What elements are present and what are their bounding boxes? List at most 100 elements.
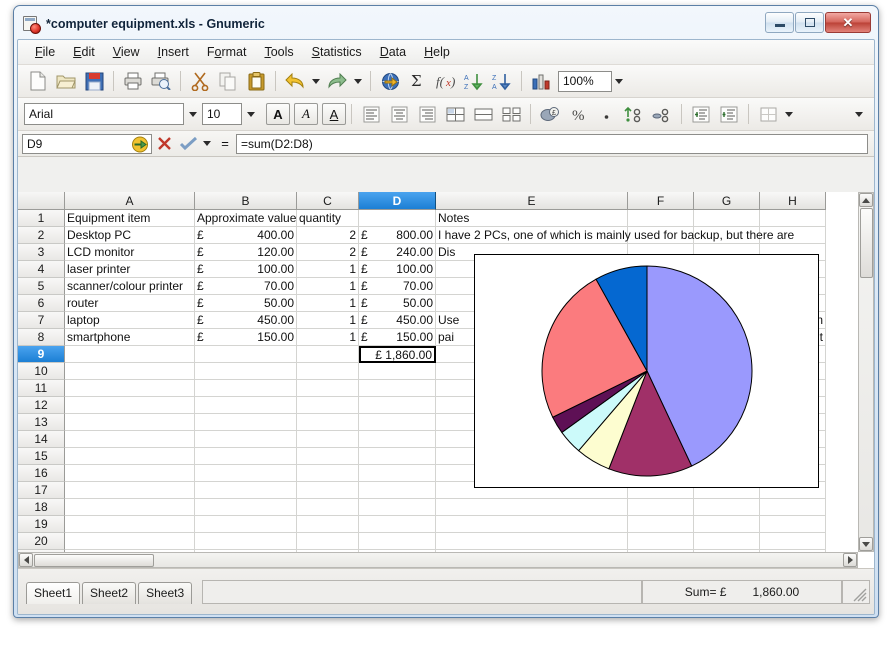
print-preview-icon[interactable]: [147, 68, 175, 94]
decrease-indent-icon[interactable]: [687, 101, 715, 127]
undo-arrow-icon[interactable]: [281, 68, 309, 94]
cancel-cross-icon[interactable]: [152, 133, 176, 155]
row-header-7[interactable]: 7: [18, 312, 65, 329]
cell-B10[interactable]: [195, 363, 297, 380]
cell-H19[interactable]: [760, 516, 826, 533]
cell-B12[interactable]: [195, 397, 297, 414]
hyperlink-globe-icon[interactable]: [376, 68, 404, 94]
column-header-H[interactable]: H: [760, 192, 826, 210]
font-size-dropdown-arrow[interactable]: [242, 103, 260, 125]
cell-D2[interactable]: £800.00: [359, 227, 436, 244]
cell-C13[interactable]: [297, 414, 359, 431]
cell-C20[interactable]: [297, 533, 359, 550]
column-header-E[interactable]: E: [436, 192, 628, 210]
cell-C17[interactable]: [297, 482, 359, 499]
cell-B2[interactable]: £400.00: [195, 227, 297, 244]
scroll-left-button[interactable]: [19, 553, 33, 567]
open-folder-icon[interactable]: [52, 68, 80, 94]
menu-edit[interactable]: Edit: [64, 42, 104, 62]
cell-B8[interactable]: £150.00: [195, 329, 297, 346]
font-size-input[interactable]: 10: [202, 103, 242, 125]
cell-D14[interactable]: [359, 431, 436, 448]
cell-A10[interactable]: [65, 363, 195, 380]
undo-dropdown-arrow[interactable]: [309, 68, 323, 94]
cell-C2[interactable]: 2: [297, 227, 359, 244]
cell-C12[interactable]: [297, 397, 359, 414]
vertical-scroll-thumb[interactable]: [860, 208, 873, 278]
cell-E19[interactable]: [436, 516, 628, 533]
cell-B5[interactable]: £70.00: [195, 278, 297, 295]
cell-C1[interactable]: quantity: [297, 210, 359, 227]
row-header-12[interactable]: 12: [18, 397, 65, 414]
center-across-selection-icon[interactable]: [441, 101, 469, 127]
cell-B11[interactable]: [195, 380, 297, 397]
menu-view[interactable]: View: [104, 42, 149, 62]
borders-icon[interactable]: [754, 101, 782, 127]
column-header-C[interactable]: C: [297, 192, 359, 210]
background-color-dropdown-arrow[interactable]: [852, 101, 866, 127]
cell-D13[interactable]: [359, 414, 436, 431]
align-right-icon[interactable]: [413, 101, 441, 127]
cell-A6[interactable]: router: [65, 295, 195, 312]
cell-D6[interactable]: £50.00: [359, 295, 436, 312]
cell-A4[interactable]: laser printer: [65, 261, 195, 278]
autosum-sigma-icon[interactable]: Σ: [404, 68, 432, 94]
increase-indent-icon[interactable]: [715, 101, 743, 127]
cell-F18[interactable]: [628, 499, 694, 516]
horizontal-scrollbar[interactable]: [18, 552, 858, 568]
print-icon[interactable]: [119, 68, 147, 94]
cell-E18[interactable]: [436, 499, 628, 516]
row-header-6[interactable]: 6: [18, 295, 65, 312]
align-center-icon[interactable]: [385, 101, 413, 127]
menu-help[interactable]: Help: [415, 42, 459, 62]
cell-D10[interactable]: [359, 363, 436, 380]
cell-D9[interactable]: £ 1,860.00: [359, 346, 436, 363]
redo-dropdown-arrow[interactable]: [351, 68, 365, 94]
insert-chart-icon[interactable]: [527, 68, 555, 94]
cell-H20[interactable]: [760, 533, 826, 550]
cell-C6[interactable]: 1: [297, 295, 359, 312]
sheet-tab-sheet1[interactable]: Sheet1: [26, 582, 80, 604]
cell-G18[interactable]: [694, 499, 760, 516]
cell-G1[interactable]: [694, 210, 760, 227]
maximize-button[interactable]: [795, 12, 824, 33]
cell-D11[interactable]: [359, 380, 436, 397]
cell-C5[interactable]: 1: [297, 278, 359, 295]
new-icon[interactable]: [24, 68, 52, 94]
menu-file[interactable]: File: [26, 42, 64, 62]
cell-C3[interactable]: 2: [297, 244, 359, 261]
cell-A15[interactable]: [65, 448, 195, 465]
scroll-up-button[interactable]: [859, 193, 873, 207]
row-header-2[interactable]: 2: [18, 227, 65, 244]
row-header-8[interactable]: 8: [18, 329, 65, 346]
row-header-9[interactable]: 9: [18, 346, 65, 363]
resize-grip[interactable]: [853, 588, 867, 602]
cell-A3[interactable]: LCD monitor: [65, 244, 195, 261]
menu-statistics[interactable]: Statistics: [303, 42, 371, 62]
row-header-1[interactable]: 1: [18, 210, 65, 227]
cell-C8[interactable]: 1: [297, 329, 359, 346]
row-header-3[interactable]: 3: [18, 244, 65, 261]
column-header-B[interactable]: B: [195, 192, 297, 210]
cell-A9[interactable]: [65, 346, 195, 363]
italic-button[interactable]: A: [294, 103, 318, 125]
redo-arrow-icon[interactable]: [323, 68, 351, 94]
cell-C11[interactable]: [297, 380, 359, 397]
thousands-separator-icon[interactable]: [592, 101, 620, 127]
cell-H18[interactable]: [760, 499, 826, 516]
font-name-dropdown-arrow[interactable]: [184, 103, 202, 125]
cell-B16[interactable]: [195, 465, 297, 482]
cell-B15[interactable]: [195, 448, 297, 465]
horizontal-scroll-thumb[interactable]: [34, 554, 154, 567]
cell-C10[interactable]: [297, 363, 359, 380]
cell-F20[interactable]: [628, 533, 694, 550]
menu-format[interactable]: Format: [198, 42, 256, 62]
cell-H1[interactable]: [760, 210, 826, 227]
merge-cells-icon[interactable]: [469, 101, 497, 127]
zoom-dropdown-arrow[interactable]: [612, 68, 626, 94]
align-left-icon[interactable]: [357, 101, 385, 127]
row-header-4[interactable]: 4: [18, 261, 65, 278]
cell-A18[interactable]: [65, 499, 195, 516]
cell-D18[interactable]: [359, 499, 436, 516]
close-button[interactable]: ✕: [825, 12, 871, 33]
